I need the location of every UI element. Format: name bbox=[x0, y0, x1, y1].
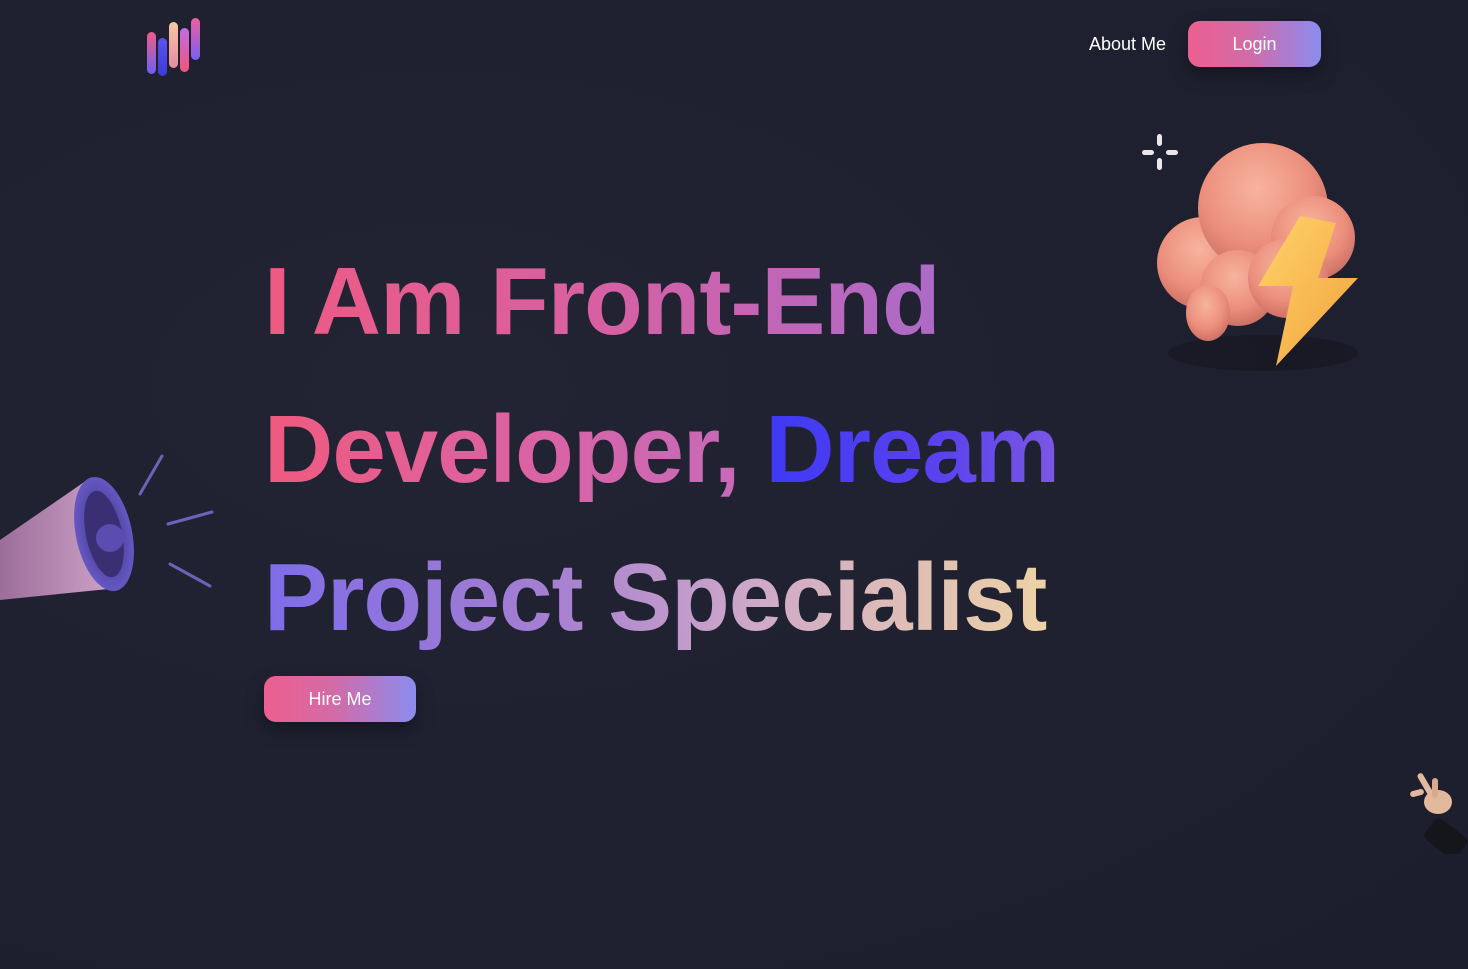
hero-line-3: Project Specialist bbox=[264, 524, 1084, 672]
login-button[interactable]: Login bbox=[1188, 21, 1321, 67]
hero-line-1: I Am Front-End bbox=[264, 228, 1084, 376]
megaphone-icon bbox=[0, 448, 230, 628]
logo-icon[interactable] bbox=[144, 16, 204, 78]
storm-cloud-icon bbox=[1128, 128, 1378, 388]
hero-heading: I Am Front-End Developer, Dream Project … bbox=[264, 228, 1084, 672]
hero-line-2-developer: Developer, bbox=[264, 396, 766, 503]
hire-me-button[interactable]: Hire Me bbox=[264, 676, 416, 722]
landing-page: About Me Login I Am Front-End Developer,… bbox=[0, 0, 1468, 969]
sparkle-icon bbox=[1142, 134, 1178, 170]
hero-line-2: Developer, Dream bbox=[264, 376, 1084, 524]
hero-line-2-dream: Dream bbox=[765, 396, 1060, 503]
rock-hand-icon bbox=[1402, 764, 1468, 859]
top-nav: About Me Login bbox=[1089, 21, 1321, 67]
nav-about-me[interactable]: About Me bbox=[1089, 34, 1166, 55]
